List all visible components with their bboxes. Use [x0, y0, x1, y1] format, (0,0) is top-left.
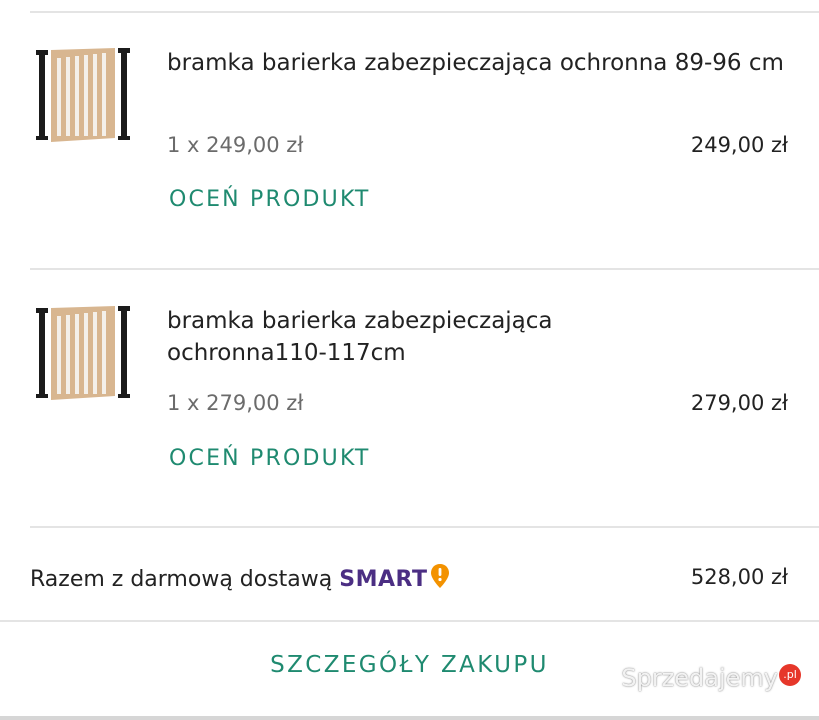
product-title[interactable]: bramka barierka zabezpieczająca ochronna…: [167, 47, 787, 79]
order-total: 528,00 zł: [690, 565, 788, 589]
item-divider: [30, 268, 819, 270]
smart-brand: SMART: [339, 566, 428, 592]
summary-row: Razem z darmową dostawą SMART: [30, 563, 450, 595]
product-title[interactable]: bramka barierka zabezpieczająca ochronna…: [167, 305, 587, 369]
summary-label: Razem z darmową dostawą: [30, 566, 333, 592]
watermark-text: Sprzedajemy: [621, 664, 778, 692]
bottom-divider: [0, 716, 819, 720]
baby-gate-image[interactable]: [33, 40, 133, 150]
smart-exclamation-icon: [430, 563, 450, 595]
item-total: 249,00 zł: [690, 133, 788, 157]
rate-product-button[interactable]: OCEŃ PRODUKT: [169, 187, 371, 212]
summary-divider: [0, 620, 819, 622]
item-divider: [30, 526, 819, 528]
item-total: 279,00 zł: [690, 391, 788, 415]
top-divider: [30, 11, 819, 13]
quantity-price: 1 x 279,00 zł: [167, 391, 304, 415]
watermark-suffix: .pl: [779, 664, 801, 686]
watermark-logo: Sprzedajemy .pl: [621, 664, 801, 692]
quantity-price: 1 x 249,00 zł: [167, 133, 304, 157]
rate-product-button[interactable]: OCEŃ PRODUKT: [169, 446, 371, 471]
baby-gate-image[interactable]: [33, 298, 133, 408]
